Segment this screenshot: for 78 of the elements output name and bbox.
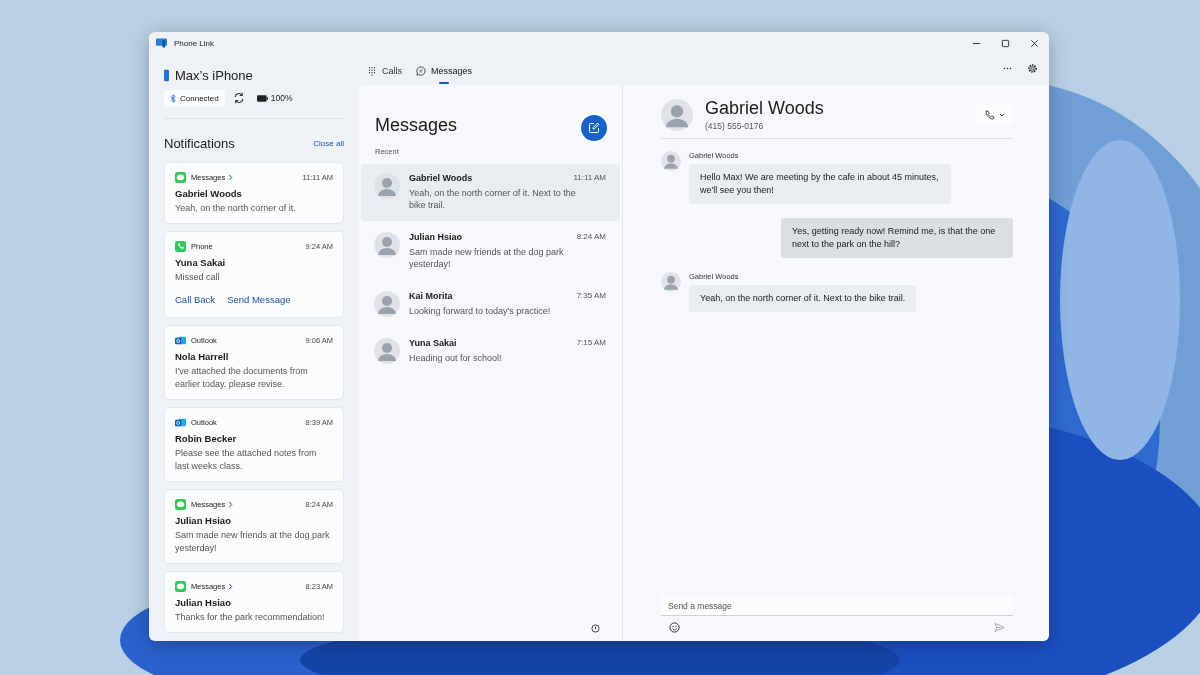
messages-heading: Messages	[375, 115, 458, 136]
notification-text: Thanks for the park recommendation!	[175, 611, 326, 624]
battery-level: 100%	[270, 93, 293, 103]
message-time: 8:24 AM	[576, 232, 606, 242]
envelope-icon	[175, 417, 186, 428]
message-preview: Yeah, on the north corner of it. Next to the bike trail.	[409, 187, 577, 211]
device-name: Max’s iPhone	[175, 68, 253, 83]
avatar-icon	[374, 232, 400, 258]
chat-bubble-icon	[175, 172, 186, 183]
avatar-icon	[374, 173, 400, 199]
conversation-item[interactable]: Julian Hsiao 8:24 AM Sam made new friends at the dog park yesterday!	[361, 223, 620, 280]
message-time: 11:11 AM	[573, 173, 606, 183]
settings-icon[interactable]	[1027, 63, 1038, 74]
sender-name: Robin Becker	[175, 433, 238, 444]
chat-bubble-icon	[175, 499, 186, 510]
notification-text: I've attached the documents from earlier today, please revise.	[175, 365, 309, 391]
notification-text: Yeah, on the north corner of it.	[175, 202, 297, 215]
message-preview: Looking forward to today's practice!	[409, 305, 552, 317]
avatar-icon	[374, 338, 400, 364]
contact-name: Gabriel Woods	[409, 173, 473, 183]
phone-icon	[164, 69, 169, 82]
message-bubble: Yes, getting ready now! Remind me, is that the one next to the park on the hill?	[781, 218, 1013, 258]
action-link[interactable]: Call Back	[175, 294, 216, 305]
action-link[interactable]: Send Message	[227, 294, 291, 305]
phone-number: (415) 555-0176	[705, 121, 765, 131]
sender-name: Yuna Sakai	[175, 257, 227, 268]
chat-bubble-icon	[175, 581, 186, 592]
chevron-right-icon[interactable]	[228, 583, 234, 590]
sender-name: Julian Hsiao	[175, 515, 232, 526]
conversation-item[interactable]: Kai Morita 7:35 AM Looking forward to today's practice!	[361, 282, 620, 327]
message-time: 7:35 AM	[576, 291, 606, 301]
maximize-icon[interactable]	[1001, 38, 1010, 48]
conversation-item[interactable]: Gabriel Woods 11:11 AM Yeah, on the north corner of it. Next to the bike trail.	[361, 164, 620, 221]
info-icon[interactable]	[591, 624, 600, 633]
emoji-icon[interactable]	[669, 622, 680, 633]
avatar-icon	[661, 151, 681, 171]
call-button[interactable]	[977, 104, 1013, 125]
notification-text: Please see the attached notes from last weeks class.	[175, 447, 318, 473]
avatar-icon	[661, 98, 693, 131]
tab[interactable]: Messages	[416, 61, 473, 80]
avatar-icon	[661, 272, 681, 292]
chat-bubble-icon	[416, 65, 426, 76]
message-time: 7:15 AM	[576, 338, 606, 348]
bluetooth-icon	[170, 93, 176, 103]
dialpad-icon	[367, 65, 377, 76]
app-logo-icon	[156, 38, 167, 48]
chevron-right-icon[interactable]	[228, 174, 234, 181]
more-options-icon[interactable]	[1003, 67, 1012, 70]
tab[interactable]: Calls	[367, 61, 402, 80]
contact-name: Julian Hsiao	[409, 232, 462, 242]
window-title: Phone Link	[174, 38, 215, 48]
message-bubble: Yeah, on the north corner of it. Next to the bike trail.	[689, 285, 917, 312]
sender-name: Julian Hsiao	[175, 597, 232, 608]
chevron-right-icon[interactable]	[228, 501, 234, 508]
connection-status: Connected	[164, 89, 225, 107]
conversation-item[interactable]: Yuna Sakai 7:15 AM Heading out for school!	[361, 329, 620, 374]
chevron-down-icon	[999, 112, 1005, 117]
sender-name: Gabriel Woods	[175, 188, 243, 199]
notification-text: Sam made new friends at the dog park yesterday!	[175, 529, 331, 555]
message-preview: Sam made new friends at the dog park yesterday!	[409, 246, 565, 270]
notification-text: Missed call	[175, 271, 221, 284]
contact-name: Yuna Sakai	[409, 338, 457, 348]
message-bubble: Hello Max! We are meeting by the cafe in about 45 minutes, we'll see you then!	[689, 164, 951, 204]
battery-icon	[256, 94, 268, 102]
sync-icon[interactable]	[232, 92, 245, 104]
phone-icon	[175, 241, 186, 252]
contact-name: Gabriel Woods	[705, 98, 825, 119]
close-icon[interactable]	[1030, 38, 1039, 48]
compose-button[interactable]	[581, 115, 607, 141]
close-all-link[interactable]: Close all	[313, 139, 344, 148]
notifications-heading: Notifications	[164, 136, 235, 151]
phone-icon	[985, 109, 995, 120]
avatar-icon	[374, 291, 400, 317]
message-preview: Heading out for school!	[409, 352, 503, 364]
contact-name: Kai Morita	[409, 291, 453, 301]
sender-name: Nola Harrell	[175, 351, 230, 362]
envelope-icon	[175, 335, 186, 346]
message-input[interactable]: Send a message	[661, 596, 1013, 616]
